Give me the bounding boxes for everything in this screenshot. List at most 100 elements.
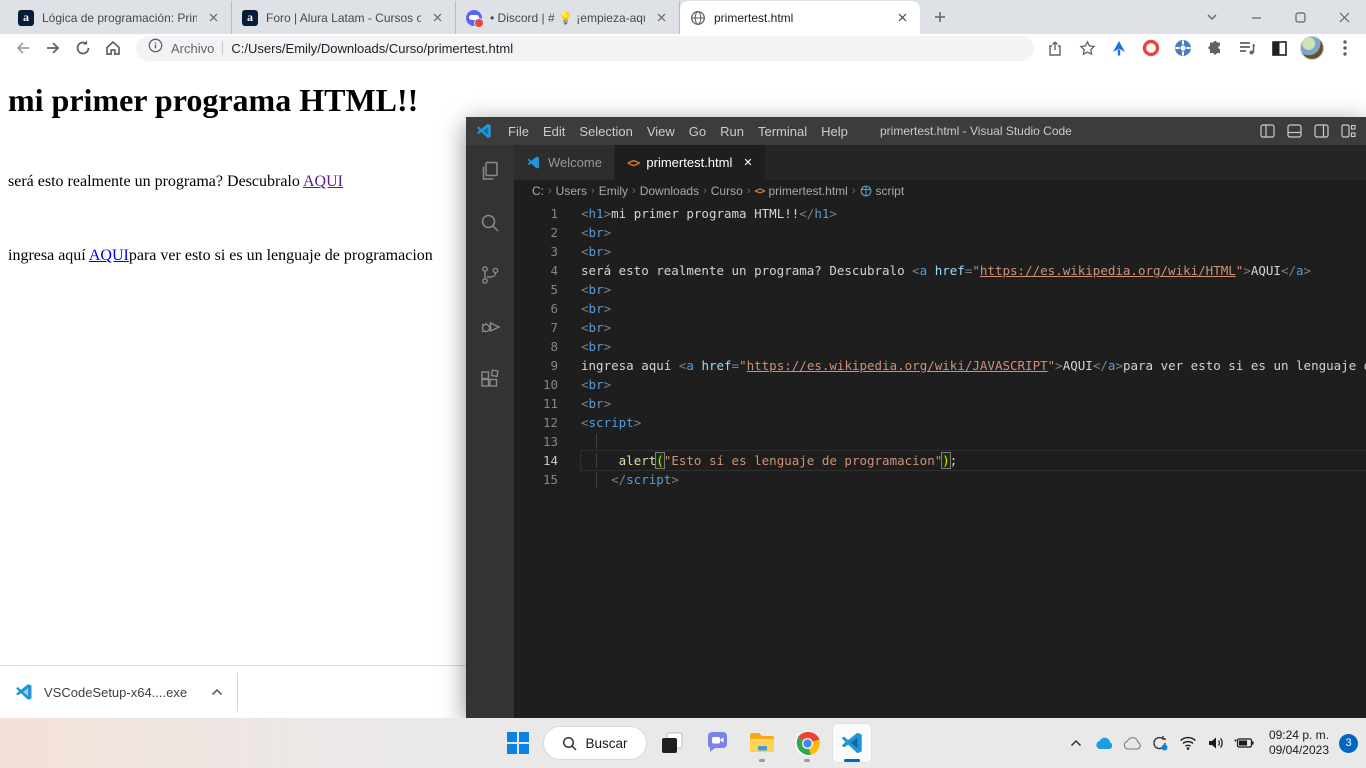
new-tab-button[interactable] [926,3,954,31]
extension-dark-square-icon[interactable] [1268,37,1290,59]
menu-edit[interactable]: Edit [536,117,572,145]
link-aqui-html[interactable]: AQUI [303,173,343,190]
menu-kebab-icon[interactable] [1334,37,1356,59]
extension-playlist-icon[interactable] [1236,37,1258,59]
wifi-icon[interactable] [1175,728,1201,758]
tab-welcome[interactable]: Welcome [514,145,615,180]
source-control-icon[interactable] [476,261,504,289]
menu-view[interactable]: View [640,117,682,145]
breadcrumb-item[interactable]: primertest.html [768,184,847,198]
code-line[interactable]: 1 <h1>mi primer programa HTML!!</h1> [514,204,1366,223]
onedrive-icon[interactable] [1091,728,1117,758]
code-line[interactable]: 2 <br> [514,223,1366,242]
extension-red-ring-icon[interactable] [1140,37,1162,59]
taskbar-search[interactable]: Buscar [543,726,647,760]
menu-run[interactable]: Run [713,117,751,145]
forward-icon[interactable] [40,35,66,61]
code-line[interactable]: 9 ingresa aquí <a href="https://es.wikipe… [514,356,1366,375]
tab-discord[interactable]: • Discord | # 💡 ¡empieza-aqui | C [456,1,680,34]
extensions-icon[interactable] [476,365,504,393]
volume-icon[interactable] [1203,728,1229,758]
toggle-sidebar-icon[interactable] [1260,124,1275,138]
share-icon[interactable] [1044,37,1066,59]
run-debug-icon[interactable] [476,313,504,341]
extension-blue-wheel-icon[interactable] [1172,37,1194,59]
explorer-icon[interactable] [476,157,504,185]
link-aqui-javascript[interactable]: AQUI [89,247,129,264]
vscode-taskbar-button[interactable] [832,723,872,763]
close-button[interactable] [1322,0,1366,34]
extensions-puzzle-icon[interactable] [1204,37,1226,59]
download-caret-icon[interactable] [211,688,223,696]
chrome-button[interactable] [787,723,827,763]
code-line[interactable]: 11 <br> [514,394,1366,413]
toggle-secondary-sidebar-icon[interactable] [1314,124,1329,138]
tab-close-icon[interactable] [429,10,445,26]
maximize-button[interactable] [1278,0,1322,34]
tab-primertest[interactable]: primertest.html [680,1,920,34]
menu-go[interactable]: Go [682,117,713,145]
download-item[interactable]: VSCodeSetup-x64....exe [14,676,223,708]
home-icon[interactable] [100,35,126,61]
paragraph-text: ingresa aquí [8,247,89,264]
breadcrumb-item[interactable]: Curso [711,184,743,198]
tab-primertest-editor[interactable]: <> primertest.html ✕ [614,145,765,180]
code-line[interactable]: 12 <script> [514,413,1366,432]
info-icon[interactable] [148,38,163,58]
code-line[interactable]: 6 <br> [514,299,1366,318]
code-line[interactable]: 13 [514,432,1366,451]
start-button[interactable] [498,723,538,763]
html-file-icon: <> [754,185,765,197]
taskbar-clock[interactable]: 09:24 p. m. 09/04/2023 [1269,728,1329,758]
code-area[interactable]: 1 <h1>mi primer programa HTML!!</h1> 2 <br>… [514,202,1366,718]
code-line[interactable]: 5 <br> [514,280,1366,299]
breadcrumb-item[interactable]: C: [532,184,544,198]
profile-avatar[interactable] [1300,36,1324,60]
tab-close-icon[interactable] [894,10,910,26]
toggle-panel-icon[interactable] [1287,124,1302,138]
toolbar-icons [1044,36,1356,60]
editor-tabs: Welcome <> primertest.html ✕ [514,145,1366,180]
code-line[interactable]: 14 alert("Esto sí es lenguaje de program… [514,450,1366,471]
notification-badge[interactable]: 3 [1339,733,1358,753]
extension-blue-arrow-icon[interactable] [1108,37,1130,59]
sync-icon[interactable] [1147,728,1173,758]
bookmark-star-icon[interactable] [1076,37,1098,59]
menu-file[interactable]: File [501,117,536,145]
cloud-icon[interactable] [1119,728,1145,758]
menu-selection[interactable]: Selection [572,117,639,145]
system-tray: 09:24 p. m. 09/04/2023 3 [1063,718,1360,768]
tab-close-icon[interactable] [653,10,669,26]
file-explorer-button[interactable] [742,723,782,763]
address-url[interactable]: C:/Users/Emily/Downloads/Curso/primertes… [231,41,513,56]
tray-chevron-up-icon[interactable] [1063,728,1089,758]
breadcrumb-item[interactable]: script [876,184,905,198]
breadcrumb-item[interactable]: Emily [599,184,628,198]
code-line[interactable]: 15 </script> [514,470,1366,489]
minimize-button[interactable] [1234,0,1278,34]
code-line[interactable]: 3 <br> [514,242,1366,261]
address-bar[interactable]: Archivo C:/Users/Emily/Downloads/Curso/p… [136,35,1034,61]
reload-icon[interactable] [70,35,96,61]
task-view-button[interactable] [652,723,692,763]
customize-layout-icon[interactable] [1341,124,1356,138]
code-line[interactable]: 8 <br> [514,337,1366,356]
back-icon[interactable] [10,35,36,61]
search-icon[interactable] [476,209,504,237]
code-line[interactable]: 4 será esto realmente un programa? Descub… [514,261,1366,280]
menu-help[interactable]: Help [814,117,855,145]
code-line[interactable]: 7 <br> [514,318,1366,337]
chevron-right-icon: › [746,185,751,197]
menu-terminal[interactable]: Terminal [751,117,814,145]
tab-close-icon[interactable] [205,10,221,26]
chrome-chevron-down-icon[interactable] [1190,0,1234,34]
tab-alura-foro[interactable]: a Foro | Alura Latam - Cursos onlin [232,1,456,34]
breadcrumb-item[interactable]: Downloads [640,184,699,198]
code-line[interactable]: 10 <br> [514,375,1366,394]
breadcrumb-item[interactable]: Users [556,184,587,198]
vscode-logo-icon [476,123,491,139]
tab-alura-logica[interactable]: a Lógica de programación: Primero [8,1,232,34]
battery-icon[interactable] [1231,728,1257,758]
chat-button[interactable] [697,723,737,763]
tab-close-icon[interactable]: ✕ [743,156,752,169]
